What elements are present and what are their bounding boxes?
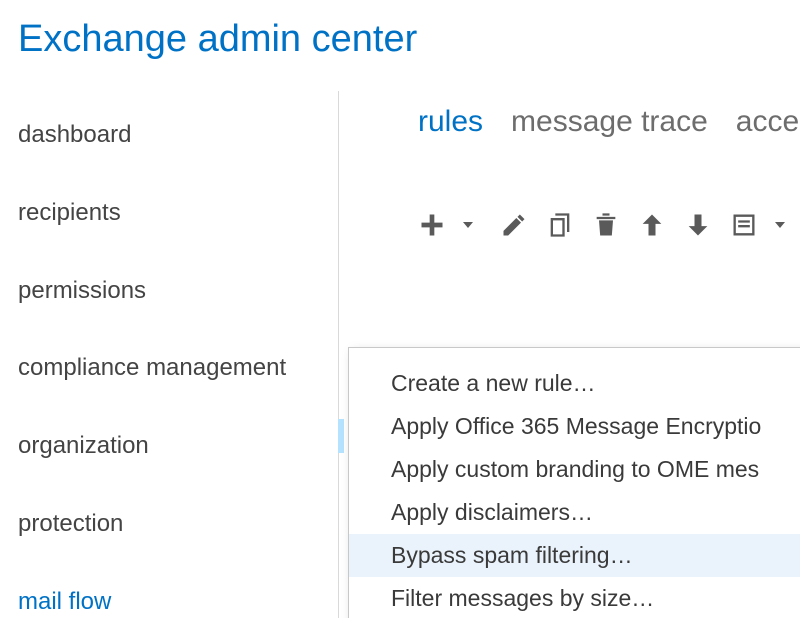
add-icon[interactable]: [418, 211, 446, 239]
edit-icon[interactable]: [500, 211, 528, 239]
move-down-icon[interactable]: [684, 211, 712, 239]
new-rule-dropdown: Create a new rule… Apply Office 365 Mess…: [348, 347, 800, 618]
menu-apply-disclaimers[interactable]: Apply disclaimers…: [349, 491, 800, 534]
toolbar: [418, 211, 800, 239]
move-up-icon[interactable]: [638, 211, 666, 239]
copy-icon[interactable]: [546, 211, 574, 239]
sidebar-item-recipients[interactable]: recipients: [0, 195, 338, 232]
sidebar-item-organization[interactable]: organization: [0, 428, 338, 465]
menu-create-rule[interactable]: Create a new rule…: [349, 362, 800, 405]
add-dropdown-caret[interactable]: [454, 211, 482, 239]
menu-apply-encryption[interactable]: Apply Office 365 Message Encryptio: [349, 405, 800, 448]
sidebar-item-protection[interactable]: protection: [0, 506, 338, 543]
columns-dropdown-caret[interactable]: [766, 211, 794, 239]
sidebar-item-mail-flow[interactable]: mail flow: [0, 584, 338, 618]
tab-accepted[interactable]: acce: [736, 105, 799, 139]
sidebar-item-dashboard[interactable]: dashboard: [0, 117, 338, 154]
tab-rules[interactable]: rules: [418, 105, 483, 139]
sidebar: dashboard recipients permissions complia…: [0, 91, 338, 618]
tab-message-trace[interactable]: message trace: [511, 105, 708, 139]
app-title: Exchange admin center: [0, 0, 800, 91]
sidebar-item-permissions[interactable]: permissions: [0, 273, 338, 310]
row-selection-indicator: [338, 419, 344, 453]
menu-filter-size[interactable]: Filter messages by size…: [349, 577, 800, 618]
sidebar-item-compliance[interactable]: compliance management: [0, 350, 338, 387]
menu-bypass-spam[interactable]: Bypass spam filtering…: [349, 534, 800, 577]
delete-icon[interactable]: [592, 211, 620, 239]
tab-bar: rules message trace acce: [418, 105, 800, 139]
menu-apply-branding[interactable]: Apply custom branding to OME mes: [349, 448, 800, 491]
main-panel: rules message trace acce: [338, 91, 800, 618]
columns-icon[interactable]: [730, 211, 758, 239]
